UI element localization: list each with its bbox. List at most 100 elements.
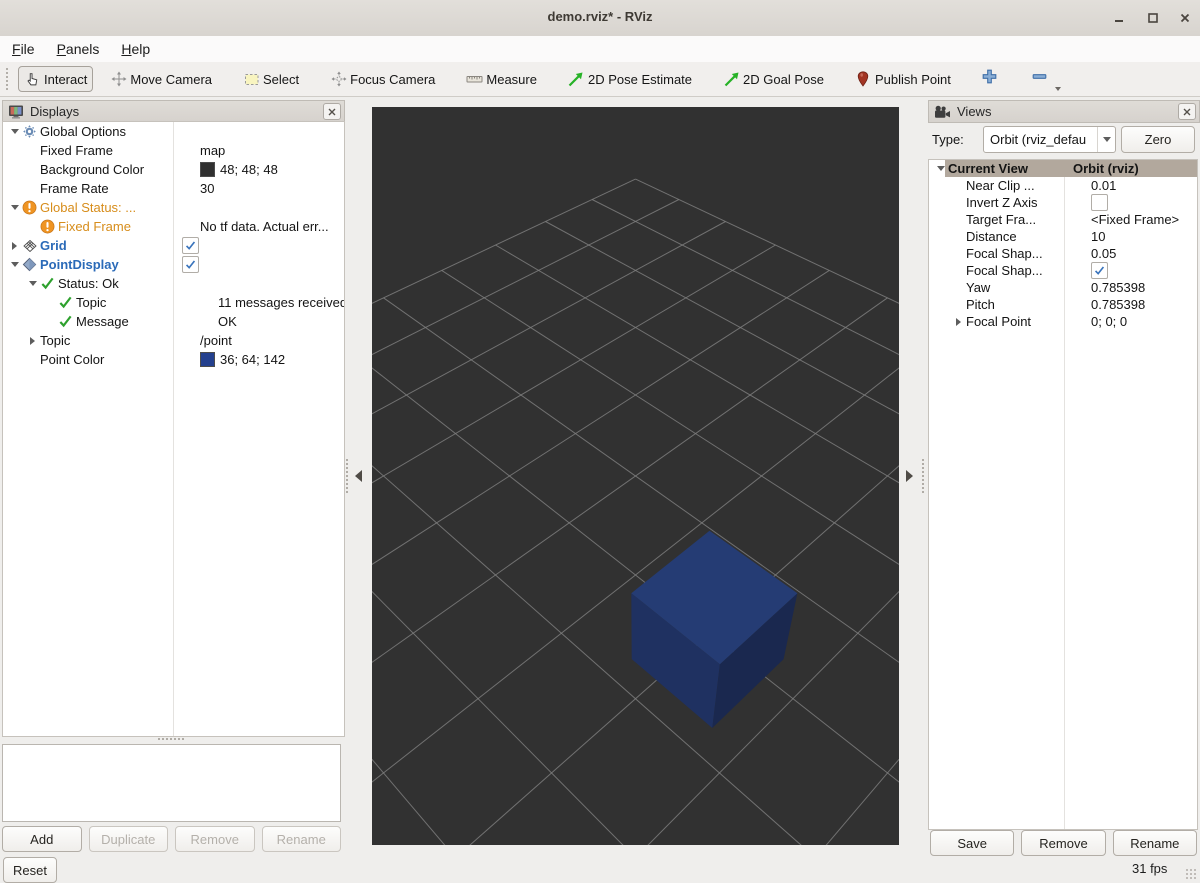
property-row-global-options[interactable]: Global Options <box>3 122 344 141</box>
views-remove-button[interactable]: Remove <box>1021 830 1105 856</box>
property-value[interactable]: Orbit (rviz) <box>1068 161 1197 176</box>
expand-arrow-down-icon[interactable] <box>7 260 22 269</box>
displays-splitter-handle-icon[interactable] <box>158 738 184 742</box>
displays-remove-button[interactable]: Remove <box>175 826 255 852</box>
property-row-point-color[interactable]: Point Color36; 64; 142 <box>3 350 344 369</box>
title-bar[interactable]: demo.rviz* - RViz <box>0 0 1200 37</box>
checkbox-checked[interactable] <box>182 237 199 254</box>
displays-panel-header[interactable]: Displays <box>2 100 345 123</box>
close-button[interactable] <box>1172 7 1198 29</box>
property-row-pointdisplay[interactable]: PointDisplay <box>3 255 344 274</box>
displays-close-icon[interactable] <box>323 103 341 120</box>
property-row-pitch[interactable]: Pitch0.785398 <box>929 296 1197 313</box>
tool-interact[interactable]: Interact <box>18 66 93 92</box>
menu-help[interactable]: Help <box>111 38 160 60</box>
reset-button[interactable]: Reset <box>3 857 57 883</box>
maximize-button[interactable] <box>1140 7 1166 29</box>
add-tool-button[interactable] <box>977 66 1003 92</box>
tool-2d-goal-pose[interactable]: 2D Goal Pose <box>718 67 829 91</box>
views-close-icon[interactable] <box>1178 103 1196 120</box>
scene-canvas[interactable] <box>372 107 899 845</box>
tool-measure[interactable]: Measure <box>461 67 542 91</box>
property-row-fixed-frame[interactable]: Fixed FrameNo tf data. Actual err... <box>3 217 344 236</box>
collapse-left-panel-icon[interactable] <box>355 470 362 482</box>
property-value[interactable]: OK <box>213 314 344 329</box>
menu-panels[interactable]: Panels <box>47 38 110 60</box>
tool-focus-camera[interactable]: Focus Camera <box>325 67 440 91</box>
property-row-background-color[interactable]: Background Color48; 48; 48 <box>3 160 344 179</box>
property-value[interactable]: 11 messages received <box>213 295 344 310</box>
property-row-frame-rate[interactable]: Frame Rate30 <box>3 179 344 198</box>
property-row-yaw[interactable]: Yaw0.785398 <box>929 279 1197 296</box>
expand-arrow-right-icon[interactable] <box>7 241 22 250</box>
expand-arrow-down-icon[interactable] <box>7 203 22 212</box>
property-value[interactable] <box>1086 262 1197 279</box>
property-value[interactable]: 0.785398 <box>1086 280 1197 295</box>
expand-arrow-down-icon[interactable] <box>933 164 948 173</box>
tool-select[interactable]: Select <box>238 67 304 91</box>
checkbox-unchecked[interactable] <box>1091 194 1108 211</box>
property-value[interactable]: 0; 0; 0 <box>1086 314 1197 329</box>
views-panel-header[interactable]: Views <box>928 100 1200 123</box>
left-splitter-handle-icon[interactable] <box>346 459 350 493</box>
property-row-fixed-frame[interactable]: Fixed Framemap <box>3 141 344 160</box>
property-row-current-view[interactable]: Current ViewOrbit (rviz) <box>929 160 1197 177</box>
property-row-invert-z-axis[interactable]: Invert Z Axis <box>929 194 1197 211</box>
tool-publish-point[interactable]: Publish Point <box>850 67 956 91</box>
property-row-global-status[interactable]: Global Status: ... <box>3 198 344 217</box>
property-row-focal-shap[interactable]: Focal Shap... <box>929 262 1197 279</box>
property-value[interactable] <box>177 256 344 273</box>
tool-2d-pose-estimate[interactable]: 2D Pose Estimate <box>563 67 697 91</box>
expand-arrow-down-icon[interactable] <box>25 279 40 288</box>
property-value[interactable]: <Fixed Frame> <box>1086 212 1197 227</box>
right-splitter-handle-icon[interactable] <box>922 459 926 493</box>
views-save-button[interactable]: Save <box>930 830 1014 856</box>
menu-file[interactable]: File <box>2 38 45 60</box>
property-row-focal-shap[interactable]: Focal Shap...0.05 <box>929 245 1197 262</box>
property-value[interactable]: 48; 48; 48 <box>195 162 344 177</box>
zero-button[interactable]: Zero <box>1121 126 1195 153</box>
property-value[interactable]: 0.785398 <box>1086 297 1197 312</box>
property-row-distance[interactable]: Distance10 <box>929 228 1197 245</box>
expand-arrow-slot <box>25 355 40 364</box>
views-rename-button[interactable]: Rename <box>1113 830 1197 856</box>
minimize-button[interactable] <box>1106 7 1132 29</box>
tool-options-caret-icon[interactable] <box>1055 87 1061 91</box>
property-value[interactable]: 0.01 <box>1086 178 1197 193</box>
property-value[interactable]: 30 <box>195 181 344 196</box>
property-value[interactable] <box>177 237 344 254</box>
property-row-near-clip[interactable]: Near Clip ...0.01 <box>929 177 1197 194</box>
remove-tool-button[interactable] <box>1027 66 1053 92</box>
collapse-right-panel-icon[interactable] <box>906 470 913 482</box>
toolbar-drag-handle-icon[interactable] <box>6 68 12 90</box>
checkbox-checked[interactable] <box>182 256 199 273</box>
tool-move-camera[interactable]: Move Camera <box>105 67 217 91</box>
color-swatch[interactable] <box>200 162 215 177</box>
expand-arrow-right-icon[interactable] <box>951 317 966 326</box>
property-value[interactable]: /point <box>195 333 344 348</box>
property-row-message[interactable]: MessageOK <box>3 312 344 331</box>
color-swatch[interactable] <box>200 352 215 367</box>
render-viewport[interactable] <box>372 107 899 845</box>
property-row-topic[interactable]: Topic/point <box>3 331 344 350</box>
property-label: Target Fra... <box>966 212 1036 227</box>
view-type-combobox[interactable]: Orbit (rviz_defau <box>983 126 1116 153</box>
property-value[interactable]: 0.05 <box>1086 246 1197 261</box>
checkbox-checked[interactable] <box>1091 262 1108 279</box>
property-row-target-fra[interactable]: Target Fra... <Fixed Frame> <box>929 211 1197 228</box>
property-value[interactable]: map <box>195 143 344 158</box>
property-row-focal-point[interactable]: Focal Point0; 0; 0 <box>929 313 1197 330</box>
property-row-topic[interactable]: Topic11 messages received <box>3 293 344 312</box>
property-value[interactable]: 10 <box>1086 229 1197 244</box>
displays-duplicate-button[interactable]: Duplicate <box>89 826 169 852</box>
displays-rename-button[interactable]: Rename <box>262 826 342 852</box>
property-row-status-ok[interactable]: Status: Ok <box>3 274 344 293</box>
property-value[interactable] <box>1086 194 1197 211</box>
property-value[interactable]: 36; 64; 142 <box>195 352 344 367</box>
displays-add-button[interactable]: Add <box>2 826 82 852</box>
expand-arrow-down-icon[interactable] <box>7 127 22 136</box>
property-value[interactable]: No tf data. Actual err... <box>195 219 344 234</box>
resize-grip-icon[interactable] <box>1185 868 1197 880</box>
property-row-grid[interactable]: Grid <box>3 236 344 255</box>
expand-arrow-right-icon[interactable] <box>25 336 40 345</box>
